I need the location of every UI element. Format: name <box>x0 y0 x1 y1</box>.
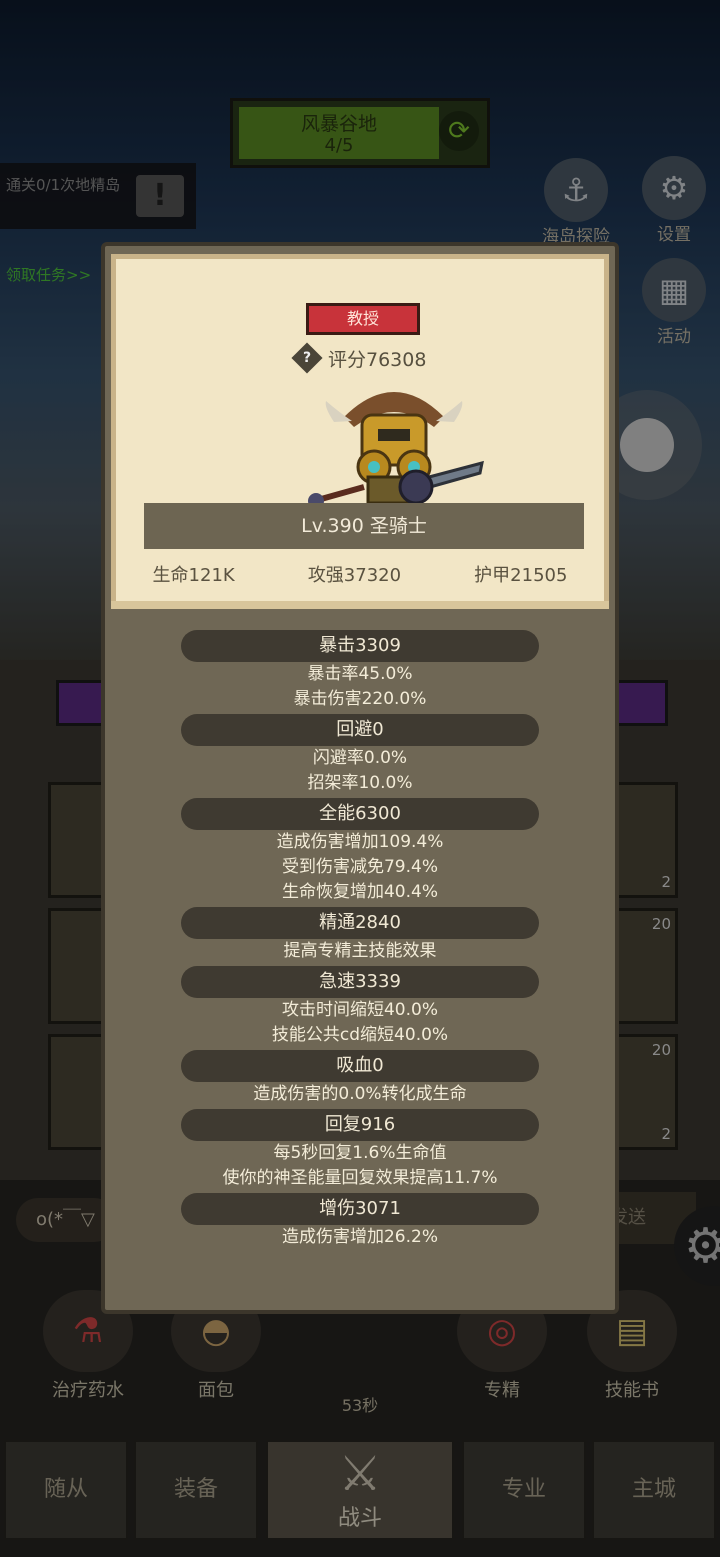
stat-line: 暴击率45.0% <box>307 664 413 684</box>
stats-list: 暴击3309 暴击率45.0% 暴击伤害220.0% 回避0 闪避率0.0% 招… <box>105 630 615 1252</box>
hp-stat: 生命121K <box>152 565 235 586</box>
stat-line: 暴击伤害220.0% <box>293 689 427 709</box>
armor-stat: 护甲21505 <box>474 565 568 586</box>
stat-line: 受到伤害减免79.4% <box>281 857 438 877</box>
stat-title: 急速3339 <box>181 966 539 998</box>
stat-title: 全能6300 <box>181 798 539 830</box>
stat-group-versatility: 全能6300 造成伤害增加109.4% 受到伤害减免79.4% 生命恢复增加40… <box>105 798 615 905</box>
stat-line: 造成伤害增加109.4% <box>276 832 444 852</box>
stat-line: 造成伤害增加26.2% <box>281 1227 438 1247</box>
stat-title: 吸血0 <box>181 1050 539 1082</box>
stat-line: 技能公共cd缩短40.0% <box>271 1025 449 1045</box>
stat-title: 暴击3309 <box>181 630 539 662</box>
card-edge <box>111 601 609 609</box>
stat-line: 造成伤害的0.0%转化成生命 <box>253 1084 467 1104</box>
stat-line: 每5秒回复1.6%生命值 <box>273 1143 447 1163</box>
stat-line: 攻击时间缩短40.0% <box>281 1000 438 1020</box>
paladin-hero-image <box>308 392 484 509</box>
score-row: ? 评分76308 <box>291 342 427 374</box>
stat-line: 提高专精主技能效果 <box>283 941 437 961</box>
level-name-bar: Lv.390 圣骑士 <box>144 503 584 549</box>
stat-group-dodge: 回避0 闪避率0.0% 招架率10.0% <box>105 714 615 796</box>
attack-stat: 攻强37320 <box>307 565 402 586</box>
stat-group-mastery: 精通2840 提高专精主技能效果 <box>105 907 615 964</box>
stat-line: 闪避率0.0% <box>312 748 408 768</box>
hero-stats-modal: 教授 ? 评分76308 Lv.390 圣骑士 生命121K 攻强37320 护… <box>101 242 619 1314</box>
stat-group-lifesteal: 吸血0 造成伤害的0.0%转化成生命 <box>105 1050 615 1107</box>
stat-line: 使你的神圣能量回复效果提高11.7% <box>222 1168 498 1188</box>
hero-card: 教授 ? 评分76308 Lv.390 圣骑士 生命121K 攻强37320 护… <box>111 254 609 609</box>
stat-title: 增伤3071 <box>181 1193 539 1225</box>
stat-title: 回复916 <box>181 1109 539 1141</box>
stat-line: 生命恢复增加40.4% <box>281 882 438 902</box>
stat-title: 精通2840 <box>181 907 539 939</box>
class-tag: 教授 <box>306 303 420 335</box>
stat-group-crit: 暴击3309 暴击率45.0% 暴击伤害220.0% <box>105 630 615 712</box>
help-icon[interactable]: ? <box>291 342 323 374</box>
score-label: 评分76308 <box>328 348 427 371</box>
stat-group-damage-bonus: 增伤3071 造成伤害增加26.2% <box>105 1193 615 1250</box>
stat-group-regen: 回复916 每5秒回复1.6%生命值 使你的神圣能量回复效果提高11.7% <box>105 1109 615 1191</box>
stat-line: 招架率10.0% <box>307 773 413 793</box>
core-stats-row: 生命121K 攻强37320 护甲21505 <box>116 561 604 587</box>
stat-group-haste: 急速3339 攻击时间缩短40.0% 技能公共cd缩短40.0% <box>105 966 615 1048</box>
stat-title: 回避0 <box>181 714 539 746</box>
